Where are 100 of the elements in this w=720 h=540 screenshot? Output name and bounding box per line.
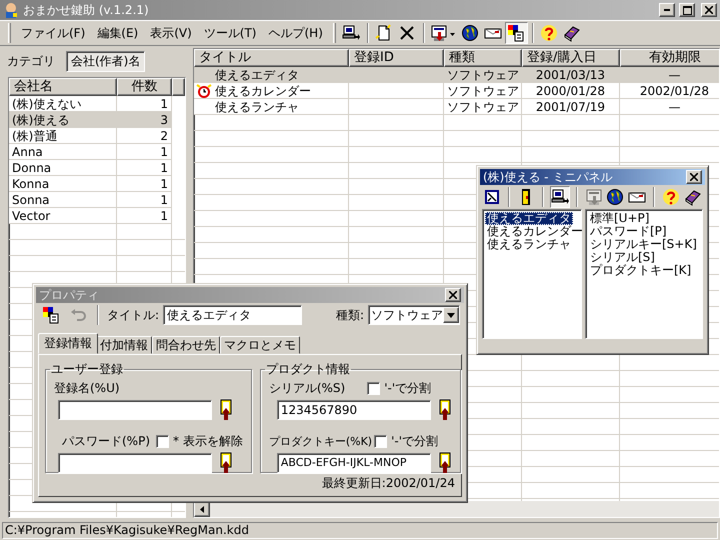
close-button[interactable]	[701, 3, 717, 17]
product-key-field[interactable]: ABCD-EFGH-IJKL-MNOP	[276, 453, 431, 473]
globe-icon	[606, 188, 624, 206]
help-icon	[662, 188, 680, 206]
list-row[interactable]: (株)普通 2	[9, 128, 172, 144]
list-item[interactable]: 標準[U+P]	[588, 212, 652, 225]
last-updated-text: 最終更新日:2002/01/24	[322, 476, 455, 490]
maximize-button[interactable]	[679, 3, 695, 17]
window-title: おまかせ鍵助 (v.1.2.1)	[23, 2, 150, 18]
menu-item[interactable]: ファイル(F)	[15, 24, 92, 42]
column-header[interactable]: 有効期限	[620, 49, 719, 67]
serial-field[interactable]: 1234567890	[276, 400, 431, 420]
menu-item[interactable]: 編集(E)	[91, 24, 144, 42]
input-field[interactable]	[58, 453, 212, 473]
color-card-icon	[42, 306, 60, 324]
clip-arrow-icon[interactable]	[438, 452, 452, 474]
window-title: プロパティ	[39, 286, 100, 304]
group-title: ユーザー登録	[50, 361, 124, 378]
tab[interactable]: 登録情報	[38, 333, 98, 354]
column-header[interactable]: 登録/購入日	[522, 49, 620, 67]
field-label: 種類:	[336, 306, 364, 324]
list-row[interactable]: Sonna 1	[9, 192, 172, 208]
table-cell: 2001/07/19	[522, 99, 620, 115]
app-icon	[3, 2, 19, 18]
menu-item[interactable]: ツール(T)	[198, 24, 262, 42]
checkbox[interactable]: '-'で分割	[367, 380, 432, 397]
title-field[interactable]: 使えるエディタ	[163, 305, 302, 325]
clip-arrow-icon[interactable]	[219, 399, 233, 421]
toolbar-button[interactable]	[550, 186, 570, 208]
menu-item[interactable]: 表示(V)	[144, 24, 198, 42]
help-icon	[540, 24, 558, 42]
book-icon	[563, 24, 582, 42]
new-page-icon	[375, 24, 394, 42]
toolbar-button[interactable]	[504, 22, 528, 44]
list-item[interactable]: シリアル[S]	[588, 251, 657, 264]
close-button[interactable]	[445, 288, 461, 302]
close-icon	[705, 6, 713, 14]
column-header[interactable]: 種類	[444, 49, 522, 67]
tab[interactable]: 付加情報	[96, 336, 152, 354]
globe-icon	[461, 24, 480, 42]
monitor-dropdown-icon	[431, 24, 456, 42]
list-row[interactable]: (株)使えない 1	[9, 96, 172, 112]
table-cell: 使えるエディタ	[215, 67, 299, 82]
computer-icon	[342, 24, 360, 42]
list-row[interactable]: Vector 1	[9, 208, 172, 224]
maximize-icon	[682, 6, 692, 14]
list-item[interactable]: 使えるランチャ	[485, 238, 573, 251]
table-cell: —	[620, 99, 719, 115]
field-label: タイトル:	[107, 306, 160, 324]
list-row[interactable]: Donna 1	[9, 160, 172, 176]
tab[interactable]: マクロとメモ	[220, 336, 300, 354]
column-header[interactable]: 登録ID	[349, 49, 444, 67]
input-field[interactable]	[58, 400, 212, 420]
color-card-icon	[507, 24, 526, 42]
checkbox[interactable]: * 表示を解除	[156, 433, 243, 450]
caret-icon	[447, 312, 456, 318]
column-header[interactable]: 件数	[117, 78, 172, 96]
list-item[interactable]: シリアルキー[S+K]	[588, 238, 699, 251]
horizontal-scrollbar[interactable]	[194, 501, 719, 517]
list-item[interactable]: 使えるカレンダー	[485, 225, 585, 238]
list-cell: Vector	[9, 208, 117, 224]
field-label: パスワード(%P)	[62, 433, 150, 450]
field-label: プロダクトキー(%K)	[268, 434, 372, 449]
minimize-icon	[664, 9, 670, 11]
field-label: 登録名(%U)	[54, 380, 120, 397]
tab[interactable]: 問合わせ先	[152, 336, 220, 354]
book-icon	[684, 188, 702, 206]
window-title: (株)使える - ミニパネル	[483, 168, 614, 186]
list-item[interactable]: パスワード[P]	[588, 225, 669, 238]
table-row[interactable]: 使えるエディタ ソフトウェア 2001/03/13 —	[194, 67, 719, 83]
close-button[interactable]	[686, 170, 702, 184]
column-header[interactable]: 会社名	[9, 78, 117, 96]
list-item[interactable]: 使えるエディタ	[485, 212, 573, 225]
computer-icon	[551, 188, 569, 206]
column-header[interactable]: タイトル	[194, 49, 349, 67]
toolbar-button[interactable]	[605, 186, 625, 208]
menu-item[interactable]: ヘルプ(H)	[262, 24, 329, 42]
frame-icon	[483, 188, 501, 206]
tab[interactable]: カテゴリ	[2, 50, 60, 72]
clip-arrow-icon[interactable]	[438, 399, 452, 421]
tab[interactable]: 会社(作者)名	[66, 50, 146, 72]
table-row[interactable]: 使えるカレンダー ソフトウェア 2000/01/28 2002/01/28	[194, 83, 719, 99]
delete-icon	[398, 24, 416, 42]
table-row[interactable]: 使えるランチャ ソフトウェア 2001/07/19 —	[194, 99, 719, 115]
status-text: C:¥Program Files¥Kagisuke¥RegMan.kdd	[2, 522, 718, 538]
list-row[interactable]: Konna 1	[9, 176, 172, 192]
minimize-button[interactable]	[659, 3, 675, 17]
clip-arrow-icon[interactable]	[219, 452, 233, 474]
checkbox[interactable]: '-'で分割	[374, 433, 438, 450]
close-icon	[449, 291, 457, 299]
type-dropdown[interactable]: ソフトウェア	[368, 305, 460, 325]
field-label: シリアル(%S)	[268, 380, 346, 397]
list-row[interactable]: (株)使える 3	[9, 112, 172, 128]
table-cell: ソフトウェア	[444, 99, 522, 115]
undo-icon	[68, 306, 87, 324]
monitor-icon	[586, 188, 602, 206]
table-cell: 使えるカレンダー	[215, 83, 311, 98]
table-cell: 使えるランチャ	[215, 99, 299, 114]
list-row[interactable]: Anna 1	[9, 144, 172, 160]
list-item[interactable]: プロダクトキー[K]	[588, 264, 694, 277]
